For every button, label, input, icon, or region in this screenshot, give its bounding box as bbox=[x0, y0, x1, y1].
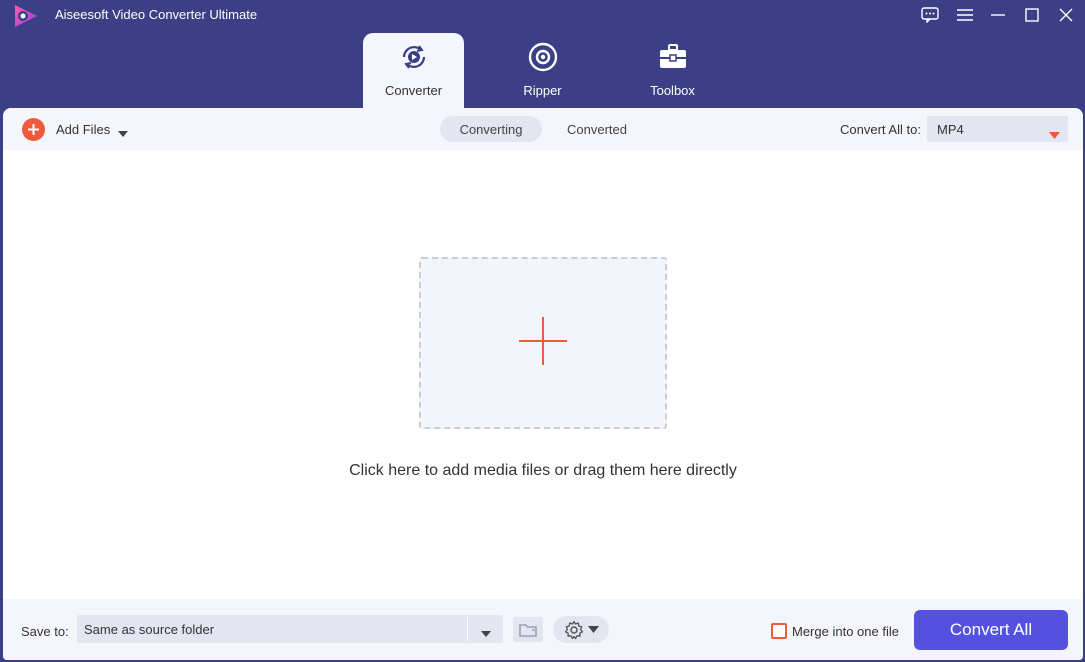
tab-converting[interactable]: Converting bbox=[440, 116, 542, 142]
converter-panel: Add Files Converting Converted Convert A… bbox=[3, 108, 1083, 660]
convert-all-to-label: Convert All to: bbox=[840, 122, 921, 137]
chevron-down-icon bbox=[1049, 126, 1060, 144]
tab-toolbox[interactable]: Toolbox bbox=[622, 33, 723, 108]
output-format-value: MP4 bbox=[937, 122, 964, 137]
drop-zone-hint[interactable]: Click here to add media files or drag th… bbox=[3, 462, 1083, 480]
converter-toolbar: Add Files Converting Converted Convert A… bbox=[3, 108, 1083, 150]
bottom-bar: Save to: Same as source folder Merge int… bbox=[3, 599, 1083, 660]
add-media-drop-zone[interactable] bbox=[419, 257, 667, 429]
maximize-icon[interactable] bbox=[1021, 4, 1043, 26]
feedback-icon[interactable] bbox=[919, 4, 941, 26]
minimize-icon[interactable] bbox=[987, 4, 1009, 26]
folder-icon bbox=[519, 623, 537, 637]
toolbox-icon bbox=[657, 41, 689, 73]
add-files-dropdown-icon[interactable] bbox=[117, 125, 129, 143]
chevron-down-icon bbox=[480, 625, 492, 643]
divider bbox=[467, 617, 468, 641]
plus-icon bbox=[28, 124, 39, 135]
tab-ripper[interactable]: Ripper bbox=[492, 33, 593, 108]
merge-label[interactable]: Merge into one file bbox=[792, 624, 899, 639]
save-to-label: Save to: bbox=[21, 624, 69, 639]
settings-button[interactable] bbox=[553, 616, 609, 643]
open-folder-button[interactable] bbox=[513, 617, 543, 642]
tab-ripper-label: Ripper bbox=[523, 83, 562, 98]
chevron-down-icon bbox=[587, 626, 599, 633]
add-files-button[interactable] bbox=[22, 118, 45, 141]
title-bar: Aiseesoft Video Converter Ultimate bbox=[0, 0, 1085, 30]
add-files-label[interactable]: Add Files bbox=[56, 122, 110, 137]
menu-icon[interactable] bbox=[954, 4, 976, 26]
add-media-plus-icon bbox=[517, 315, 569, 372]
gear-icon bbox=[564, 620, 583, 639]
ripper-disc-icon bbox=[527, 41, 559, 73]
tab-converted[interactable]: Converted bbox=[554, 116, 640, 142]
converter-icon bbox=[398, 41, 430, 73]
close-icon[interactable] bbox=[1055, 4, 1077, 26]
app-logo-icon bbox=[11, 3, 41, 29]
tab-converter[interactable]: Converter bbox=[363, 33, 464, 108]
convert-all-button[interactable]: Convert All bbox=[914, 610, 1068, 650]
merge-checkbox[interactable] bbox=[771, 623, 787, 639]
app-title: Aiseesoft Video Converter Ultimate bbox=[55, 7, 258, 22]
save-to-value: Same as source folder bbox=[84, 622, 215, 637]
output-format-select[interactable]: MP4 bbox=[927, 116, 1068, 142]
tab-converter-label: Converter bbox=[384, 83, 443, 98]
save-to-select[interactable]: Same as source folder bbox=[77, 615, 503, 643]
tab-toolbox-label: Toolbox bbox=[650, 83, 695, 98]
